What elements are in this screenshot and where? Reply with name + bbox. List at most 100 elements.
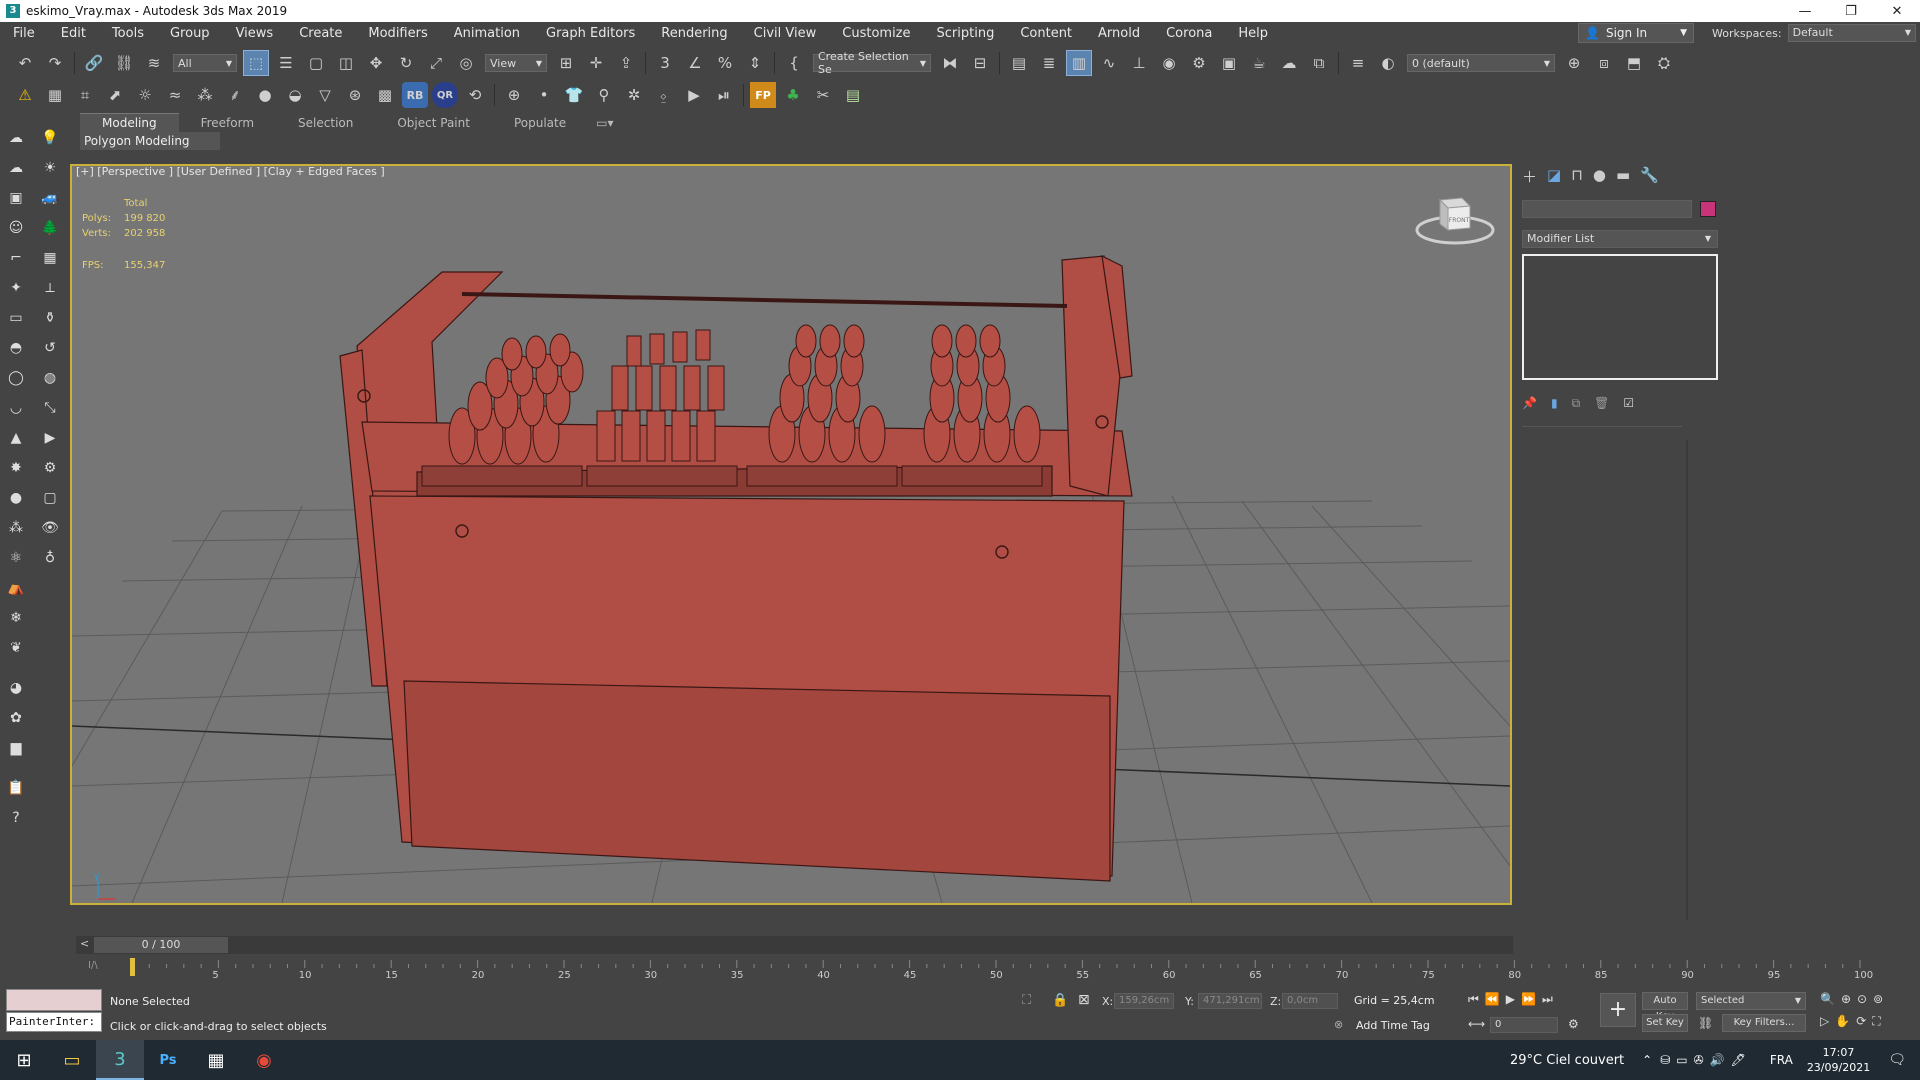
menu-tools[interactable]: Tools (99, 26, 157, 41)
molecule-icon[interactable]: ⚛ (4, 546, 28, 570)
snap-toggle-icon[interactable]: 3 (652, 50, 678, 76)
absolute-mode-icon[interactable]: ⊠ (1078, 992, 1090, 1008)
ribbon-toggle-icon[interactable]: ▥ (1066, 50, 1092, 76)
zoom-icon[interactable]: 🔍 (1820, 992, 1835, 1006)
sun-icon[interactable]: ☀ (38, 156, 62, 180)
current-frame-field[interactable]: 0 (1490, 1017, 1558, 1033)
cone-icon[interactable]: ▲ (4, 426, 28, 450)
create-icon[interactable]: ☁ (4, 126, 28, 150)
curve-editor-icon[interactable]: ∿ (1096, 50, 1122, 76)
hierarchy-tab-icon[interactable]: ⊓ (1571, 166, 1583, 187)
align-icon[interactable]: ⊟ (967, 50, 993, 76)
tab-selection[interactable]: Selection (276, 114, 375, 132)
zoom-all-icon[interactable]: ⊕ (1841, 992, 1851, 1006)
sphere-icon[interactable]: ◯ (4, 366, 28, 390)
auto-key-button[interactable]: Auto Key (1642, 992, 1688, 1022)
select-object-icon[interactable]: ⬚ (243, 50, 269, 76)
lightbulb-icon[interactable]: 💡 (38, 126, 62, 150)
pipe-plugin-icon[interactable]: ⚲ (591, 82, 617, 108)
keyboard-shortcut-icon[interactable]: ⇪ (613, 50, 639, 76)
monitor-icon[interactable]: ▆ (4, 736, 28, 760)
mirror-icon[interactable]: ⧓ (937, 50, 963, 76)
sphere-plugin-icon[interactable]: ● (252, 82, 278, 108)
video-icon[interactable]: ▶ (38, 426, 62, 450)
file-explorer-icon[interactable]: ▭ (48, 1040, 96, 1080)
object-name-field[interactable] (1522, 200, 1692, 218)
percent-snap-icon[interactable]: % (712, 50, 738, 76)
play-icon[interactable]: ▶ (1506, 992, 1515, 1007)
blue-sphere-icon[interactable]: ◕ (4, 676, 28, 700)
taskbar-clock[interactable]: 17:07 23/09/2021 (1807, 1045, 1870, 1075)
viewport-label[interactable]: [+] [Perspective ] [User Defined ] [Clay… (76, 165, 385, 178)
menu-graph-editors[interactable]: Graph Editors (533, 26, 648, 41)
time-config-gear-icon[interactable]: ⚙ (1568, 1017, 1579, 1031)
gear-group-icon[interactable]: ⚙ (38, 456, 62, 480)
render-production-icon[interactable]: ☕ (1246, 50, 1272, 76)
language-indicator[interactable]: FRA (1770, 1053, 1793, 1067)
menu-rendering[interactable]: Rendering (648, 26, 740, 41)
y-coord-field[interactable]: 471,291cm (1198, 993, 1262, 1009)
ref-coord-dropdown[interactable]: View ▼ (485, 54, 547, 72)
ribbon-panel-label[interactable]: Polygon Modeling (80, 132, 220, 150)
select-manipulate-icon[interactable]: ✛ (583, 50, 609, 76)
rendered-frame-icon[interactable]: ▣ (1216, 50, 1242, 76)
workspaces-dropdown[interactable]: Default ▼ (1787, 24, 1916, 42)
layer-dropdown[interactable]: 0 (default) ▼ (1407, 54, 1555, 72)
x-coord-field[interactable]: 159,26cm (1114, 993, 1174, 1009)
lock-icon[interactable]: 🔒 (1052, 993, 1068, 1008)
bottle-icon[interactable]: ⚱ (38, 306, 62, 330)
selection-filter-dropdown[interactable]: All ▼ (173, 54, 237, 72)
unlink-icon[interactable]: ⛓ (111, 50, 137, 76)
chevron-left-icon[interactable]: < (80, 937, 89, 950)
warning-icon[interactable]: ⚠ (12, 82, 38, 108)
previous-frame-icon[interactable]: ⏪ (1485, 992, 1500, 1007)
tab-freeform[interactable]: Freeform (179, 114, 276, 132)
restore-button[interactable]: ❐ (1828, 0, 1874, 22)
set-key-button[interactable]: Set Key (1642, 1014, 1688, 1032)
fur-icon[interactable]: ⁂ (4, 516, 28, 540)
zoom-extents-icon[interactable]: ⊙ (1857, 992, 1867, 1006)
time-slider-thumb[interactable] (130, 958, 135, 976)
modify-tab-icon[interactable]: ◪ (1547, 166, 1561, 187)
key-plugin-icon[interactable]: ⍚ (651, 82, 677, 108)
menu-views[interactable]: Views (223, 26, 287, 41)
bind-spacewarp-icon[interactable]: ≋ (141, 50, 167, 76)
perspective-viewport[interactable]: y (70, 164, 1512, 905)
key-filters-button[interactable]: Key Filters... (1722, 1014, 1806, 1032)
motion-tab-icon[interactable]: ● (1593, 166, 1606, 187)
schematic-view-icon[interactable]: ⊥ (1126, 50, 1152, 76)
menu-edit[interactable]: Edit (48, 26, 99, 41)
render-iterative-icon[interactable]: ⧉ (1306, 50, 1332, 76)
folder-icon[interactable]: ▭ (4, 306, 28, 330)
menu-civil-view[interactable]: Civil View (741, 26, 830, 41)
clipboard-icon[interactable]: 📋 (4, 776, 28, 800)
star-light-icon[interactable]: ✸ (4, 456, 28, 480)
layer-explorer-icon[interactable]: ≣ (1036, 50, 1062, 76)
wave-plugin-icon[interactable]: ≈ (162, 82, 188, 108)
knife-icon[interactable]: ⟂ (38, 276, 62, 300)
qr-badge[interactable]: QR (432, 82, 458, 108)
cone-plugin-icon[interactable]: ▽ (312, 82, 338, 108)
ribbon-options-icon[interactable]: ▭▾ (588, 114, 621, 132)
human-icon[interactable]: ☺ (4, 216, 28, 240)
grid-panel-icon[interactable]: ▦ (38, 246, 62, 270)
chrome-taskbar-icon[interactable]: ◉ (240, 1040, 288, 1080)
panel-scrollbar[interactable] (1686, 440, 1688, 920)
cloud-yellow-icon[interactable]: ◓ (4, 336, 28, 360)
gun-icon[interactable]: ⌐ (4, 246, 28, 270)
maxscript-listener-input[interactable]: PainterInter: (6, 1012, 102, 1032)
rotate-tool-icon[interactable]: ↺ (38, 336, 62, 360)
car-icon[interactable]: 🚙 (38, 186, 62, 210)
named-selection-dropdown[interactable]: Create Selection Se ▼ (813, 50, 931, 76)
key-mode-dropdown[interactable]: Selected ▼ (1696, 992, 1806, 1010)
zoom-extents-all-icon[interactable]: ⊚ (1873, 992, 1883, 1006)
rotate-icon[interactable]: ↻ (393, 50, 419, 76)
material-editor-icon[interactable]: ◉ (1156, 50, 1182, 76)
tab-object-paint[interactable]: Object Paint (375, 114, 492, 132)
z-coord-field[interactable]: 0,0cm (1282, 993, 1338, 1009)
image-icon[interactable]: ▣ (4, 186, 28, 210)
shirt-plugin-icon[interactable]: 👕 (561, 82, 587, 108)
frame-icon[interactable]: ▢ (38, 486, 62, 510)
notifications-icon[interactable]: 🗨 (1888, 1052, 1906, 1068)
globe-icon[interactable]: ◍ (38, 366, 62, 390)
